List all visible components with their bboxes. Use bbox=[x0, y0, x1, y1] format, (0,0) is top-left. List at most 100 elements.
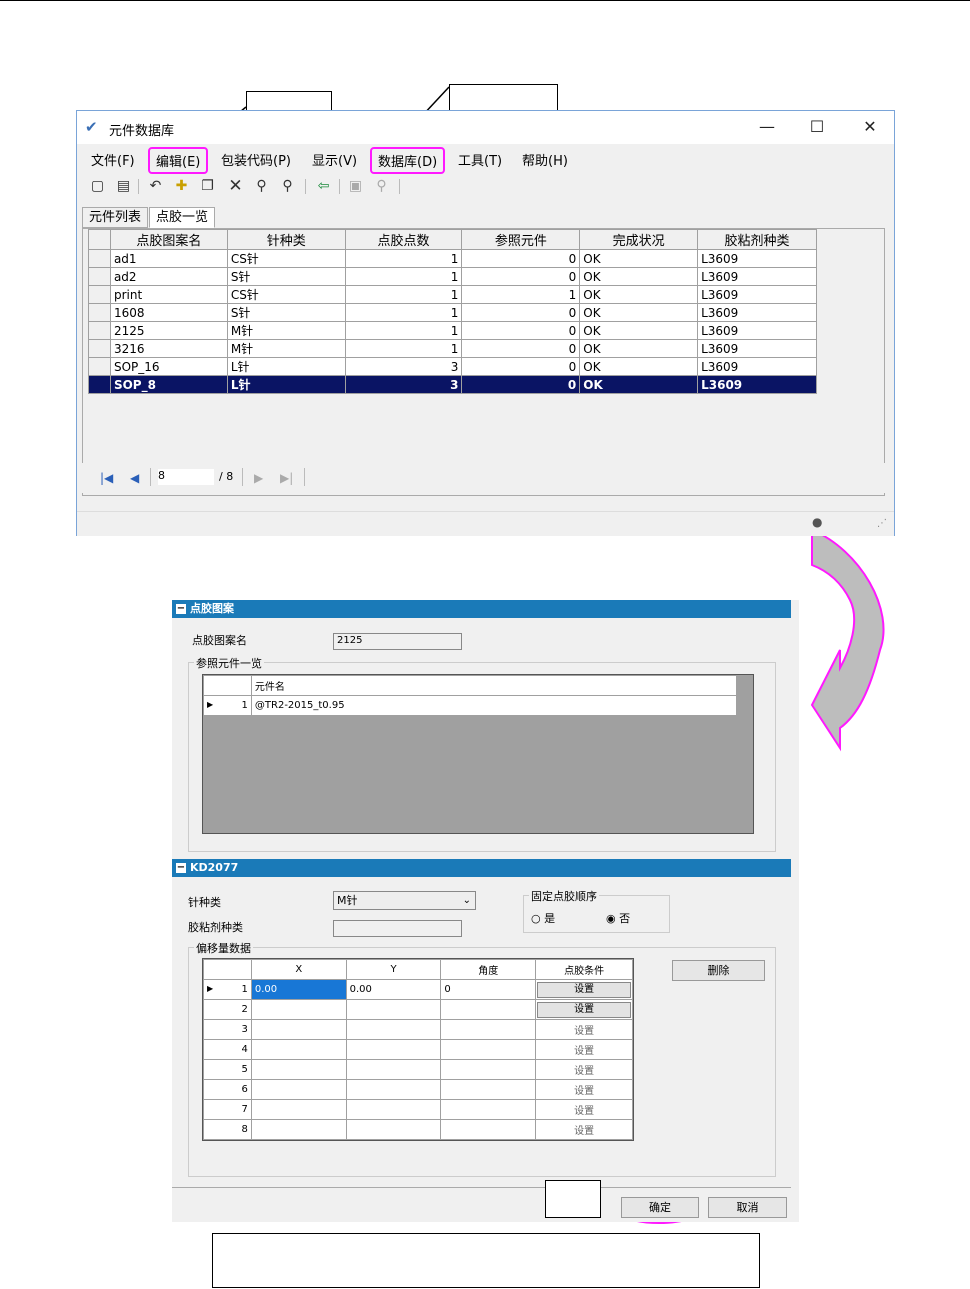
column-header[interactable]: 点胶图案名 bbox=[109, 229, 228, 250]
offset-y-cell[interactable] bbox=[345, 1059, 442, 1080]
set-button[interactable]: 设置 bbox=[537, 1102, 632, 1117]
radio-yes[interactable]: ○ 是 bbox=[531, 910, 555, 926]
prev-record-icon[interactable]: ◀ bbox=[130, 471, 139, 485]
column-header[interactable]: X bbox=[250, 959, 347, 980]
add-icon[interactable]: ✚ bbox=[173, 178, 190, 195]
table-cell[interactable]: L3609 bbox=[697, 375, 817, 394]
table-row[interactable]: 7 设置 bbox=[203, 1099, 633, 1120]
table-cell[interactable]: 1 bbox=[344, 249, 463, 268]
minimize-button[interactable]: — bbox=[755, 117, 779, 136]
table-cell[interactable]: 1 bbox=[344, 285, 463, 304]
offset-angle-cell[interactable] bbox=[440, 1039, 537, 1060]
last-record-icon[interactable]: ▶| bbox=[280, 471, 293, 485]
offset-angle-cell[interactable] bbox=[440, 1099, 537, 1120]
table-cell[interactable]: S针 bbox=[226, 267, 346, 286]
table-cell[interactable]: S针 bbox=[226, 303, 346, 322]
table-cell[interactable]: OK bbox=[579, 321, 699, 340]
row-header[interactable] bbox=[88, 357, 111, 376]
find-next-icon[interactable]: ⚲ bbox=[279, 178, 296, 195]
table-cell[interactable]: 0 bbox=[461, 339, 581, 358]
table-row[interactable]: SOP_8 L针 3 0 OK L3609 bbox=[88, 375, 817, 394]
collapse-icon[interactable]: − bbox=[176, 863, 186, 873]
dispense-condition-cell[interactable]: 设置 bbox=[535, 999, 633, 1020]
dispense-condition-cell[interactable]: 设置 bbox=[535, 1039, 633, 1060]
table-row[interactable]: ad2 S针 1 0 OK L3609 bbox=[88, 267, 817, 286]
set-button[interactable]: 设置 bbox=[537, 1082, 632, 1097]
table-cell[interactable]: 1 bbox=[344, 267, 463, 286]
offset-x-cell[interactable]: 0.00 bbox=[250, 979, 347, 1000]
table-cell[interactable]: L3609 bbox=[697, 303, 817, 322]
undo-icon[interactable]: ↶ bbox=[147, 178, 164, 195]
offset-angle-cell[interactable]: 0 bbox=[440, 979, 537, 1000]
dispense-condition-cell[interactable]: 设置 bbox=[535, 1059, 633, 1080]
current-record-input[interactable]: 8 bbox=[158, 469, 214, 485]
menu-tools[interactable]: 工具(T) bbox=[458, 150, 502, 169]
table-cell[interactable]: OK bbox=[579, 267, 699, 286]
row-header[interactable] bbox=[88, 339, 111, 358]
delete-button[interactable]: 删除 bbox=[672, 960, 765, 981]
offset-angle-cell[interactable] bbox=[440, 1019, 537, 1040]
offset-y-cell[interactable] bbox=[345, 1099, 442, 1120]
table-cell[interactable]: L3609 bbox=[697, 285, 817, 304]
tab-dispense-list[interactable]: 点胶一览 bbox=[149, 207, 216, 228]
column-header[interactable]: 点胶条件 bbox=[535, 959, 633, 980]
table-cell[interactable]: L3609 bbox=[697, 267, 817, 286]
row-header[interactable] bbox=[88, 375, 111, 394]
import-icon[interactable]: ⇦ bbox=[315, 178, 332, 195]
offset-y-cell[interactable] bbox=[345, 999, 442, 1020]
column-header[interactable]: Y bbox=[345, 959, 442, 980]
table-cell[interactable]: 1 bbox=[461, 285, 581, 304]
column-header[interactable]: 针种类 bbox=[226, 229, 346, 250]
refresh-icon[interactable]: ▣ bbox=[347, 178, 364, 195]
first-record-icon[interactable]: |◀ bbox=[100, 471, 113, 485]
print-icon[interactable]: ▤ bbox=[115, 178, 132, 195]
table-cell[interactable]: L3609 bbox=[697, 339, 817, 358]
offset-x-cell[interactable] bbox=[250, 1119, 347, 1140]
adhesive-type-field[interactable] bbox=[333, 920, 462, 937]
table-cell[interactable]: 1 bbox=[344, 303, 463, 322]
column-header[interactable]: 角度 bbox=[440, 959, 537, 980]
table-row[interactable]: 3 设置 bbox=[203, 1019, 633, 1040]
table-cell[interactable]: 0 bbox=[461, 249, 581, 268]
close-button[interactable]: ✕ bbox=[858, 117, 882, 136]
row-header[interactable] bbox=[88, 249, 111, 268]
find-icon[interactable]: ⚲ bbox=[253, 178, 270, 195]
menu-database[interactable]: 数据库(D) bbox=[370, 147, 446, 174]
section-header-kd[interactable]: − KD2077 bbox=[172, 859, 791, 877]
table-cell[interactable]: 0 bbox=[461, 303, 581, 322]
maximize-button[interactable]: ☐ bbox=[805, 117, 829, 136]
table-cell[interactable]: 3 bbox=[344, 375, 463, 394]
table-cell[interactable]: 1 bbox=[344, 321, 463, 340]
menu-edit[interactable]: 编辑(E) bbox=[148, 147, 209, 174]
table-cell[interactable]: 0 bbox=[461, 321, 581, 340]
offset-x-cell[interactable] bbox=[250, 1019, 347, 1040]
table-cell[interactable]: SOP_8 bbox=[109, 375, 228, 394]
row-header[interactable] bbox=[88, 285, 111, 304]
table-cell[interactable]: M针 bbox=[226, 321, 346, 340]
table-row[interactable]: 8 设置 bbox=[203, 1119, 633, 1140]
table-cell[interactable]: M针 bbox=[226, 339, 346, 358]
offset-y-cell[interactable] bbox=[345, 1119, 442, 1140]
column-header[interactable]: 胶粘剂种类 bbox=[697, 229, 817, 250]
offset-angle-cell[interactable] bbox=[440, 1119, 537, 1140]
table-cell[interactable]: ad2 bbox=[109, 267, 228, 286]
offset-x-cell[interactable] bbox=[250, 1099, 347, 1120]
pattern-name-field[interactable]: 2125 bbox=[333, 633, 462, 650]
offset-y-cell[interactable]: 0.00 bbox=[345, 979, 442, 1000]
ok-button[interactable]: 确定 bbox=[621, 1197, 699, 1218]
table-row[interactable]: ad1 CS针 1 0 OK L3609 bbox=[88, 249, 817, 268]
set-button[interactable]: 设置 bbox=[537, 1122, 632, 1137]
table-cell[interactable]: 2125 bbox=[109, 321, 228, 340]
table-row[interactable]: 2125 M针 1 0 OK L3609 bbox=[88, 321, 817, 340]
menu-view[interactable]: 显示(V) bbox=[312, 150, 357, 169]
offset-x-cell[interactable] bbox=[250, 999, 347, 1020]
table-cell[interactable]: L3609 bbox=[697, 357, 817, 376]
table-row[interactable]: 1608 S针 1 0 OK L3609 bbox=[88, 303, 817, 322]
table-cell[interactable]: CS针 bbox=[226, 285, 346, 304]
offset-x-cell[interactable] bbox=[250, 1039, 347, 1060]
table-row[interactable]: 4 设置 bbox=[203, 1039, 633, 1060]
row-header[interactable] bbox=[88, 321, 111, 340]
table-cell[interactable]: ad1 bbox=[109, 249, 228, 268]
dispense-condition-cell[interactable]: 设置 bbox=[535, 1079, 633, 1100]
table-cell[interactable]: OK bbox=[579, 339, 699, 358]
